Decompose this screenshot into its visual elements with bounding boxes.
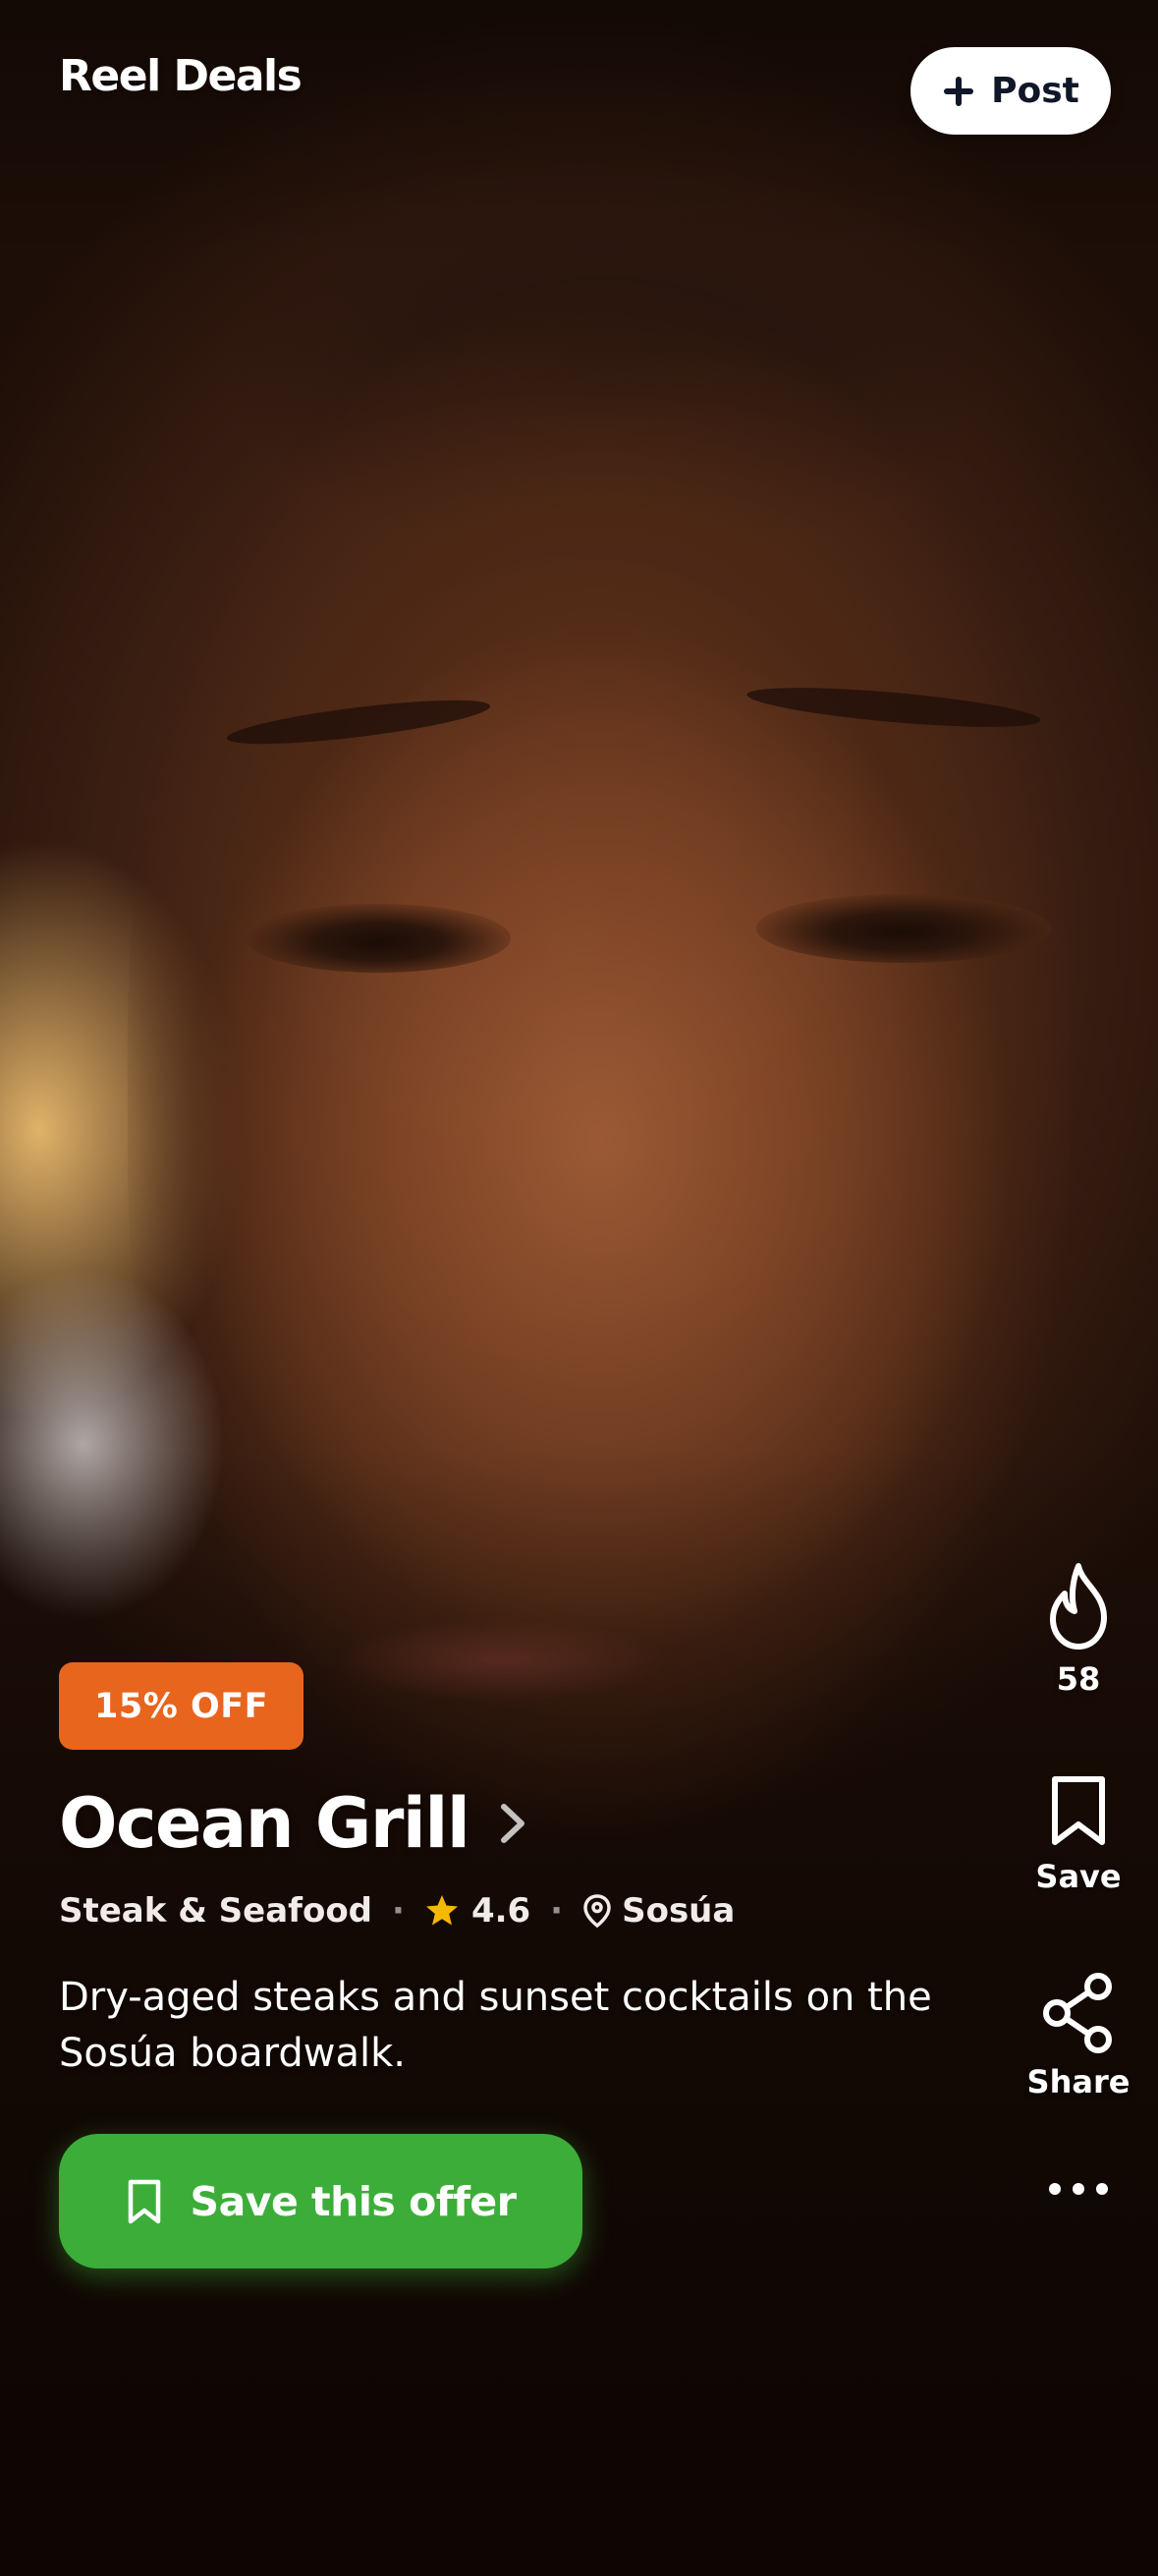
location-pin-icon	[583, 1894, 611, 1929]
bookmark-icon	[1052, 1776, 1105, 1845]
restaurant-rating: 4.6	[470, 1891, 531, 1931]
post-button-label: Post	[991, 71, 1079, 111]
save-offer-button[interactable]: Save this offer	[59, 2134, 582, 2268]
app-brand: Reel Deals	[59, 51, 303, 101]
meta-separator: ·	[550, 1891, 564, 1931]
restaurant-meta: Steak & Seafood · 4.6 · Sosúa	[59, 1891, 735, 1931]
restaurant-name: Ocean Grill	[59, 1783, 470, 1864]
plus-icon	[944, 76, 974, 106]
post-button[interactable]: Post	[910, 47, 1111, 135]
reel-screen: Reel Deals Post 58 Save Share 15% OFF Oc…	[0, 0, 1158, 2576]
restaurant-location: Sosúa	[622, 1891, 736, 1931]
share-button[interactable]: Share	[1020, 1973, 1137, 2100]
meta-separator: ·	[392, 1891, 405, 1931]
more-icon	[1049, 2183, 1108, 2195]
offer-description: Dry-aged steaks and sunset cocktails on …	[59, 1975, 932, 2076]
bookmark-icon	[128, 2179, 160, 2223]
restaurant-title-link[interactable]: Ocean Grill	[59, 1783, 527, 1864]
save-label: Save	[1035, 1858, 1122, 1895]
chevron-right-icon	[501, 1804, 525, 1843]
fire-count: 58	[1056, 1660, 1101, 1698]
video-eye-right	[756, 894, 1051, 963]
share-label: Share	[1026, 2063, 1130, 2100]
fire-icon	[1050, 1563, 1107, 1650]
share-icon	[1043, 1973, 1112, 2053]
restaurant-category: Steak & Seafood	[59, 1891, 373, 1931]
fire-button[interactable]: 58	[1020, 1562, 1137, 1698]
save-button[interactable]: Save	[1020, 1773, 1137, 1895]
video-eye-left	[246, 904, 511, 973]
discount-badge: 15% OFF	[59, 1662, 304, 1750]
save-offer-label: Save this offer	[190, 2177, 517, 2225]
star-icon	[425, 1895, 458, 1926]
more-options-button[interactable]	[1020, 2181, 1137, 2197]
